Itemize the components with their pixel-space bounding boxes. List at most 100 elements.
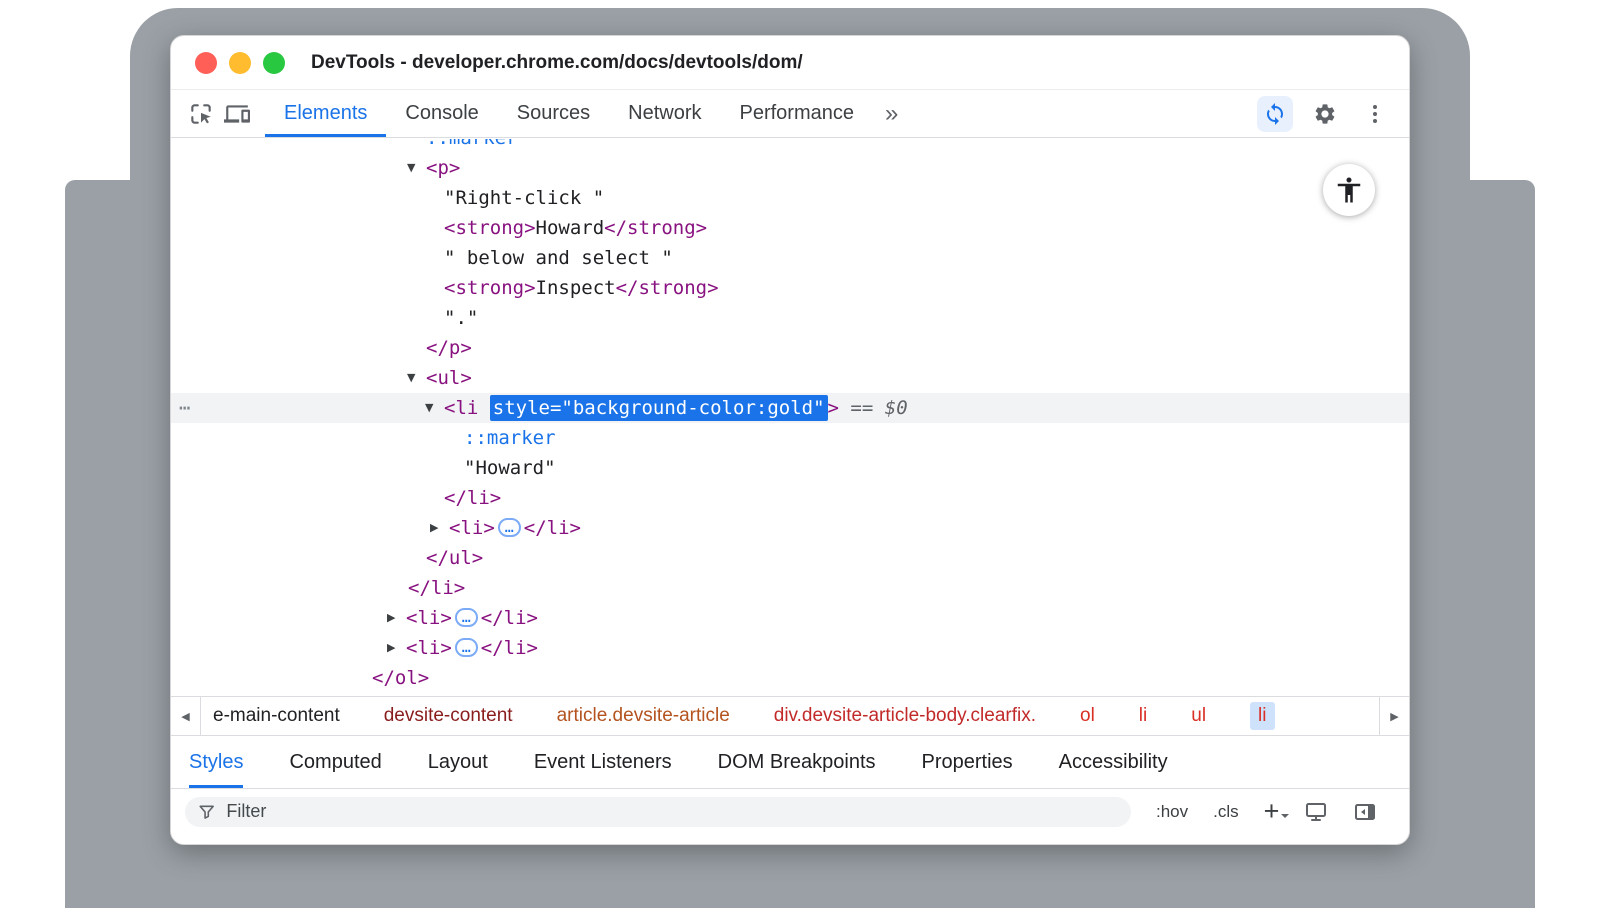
tree-collapsed-arrow-icon[interactable]: ▶ — [387, 603, 395, 633]
dom-node[interactable]: "Howard" — [171, 453, 1409, 483]
tree-expanded-arrow-icon[interactable]: ▼ — [407, 363, 415, 393]
dom-node[interactable]: ▶ <li>…</li> — [171, 633, 1409, 663]
dom-node[interactable]: "." — [171, 303, 1409, 333]
dom-token-tag: </li> — [481, 637, 538, 659]
dom-token-tag: </ul> — [426, 547, 483, 569]
dom-node[interactable]: ::marker — [171, 139, 1409, 153]
tree-collapsed-arrow-icon[interactable]: ▶ — [387, 633, 395, 663]
dom-token-tag: <li — [444, 397, 478, 419]
breadcrumb-item-article-devsite-article[interactable]: article.devsite-article — [557, 705, 730, 727]
tab-layout[interactable]: Layout — [428, 736, 488, 788]
dom-node[interactable]: </li> — [171, 483, 1409, 513]
breadcrumb-item-li[interactable]: li — [1250, 702, 1274, 730]
dom-node[interactable]: ▼<p> — [171, 153, 1409, 183]
breadcrumb-scroll-right-button[interactable]: ▶ — [1379, 697, 1409, 735]
tab-dom-breakpoints[interactable]: DOM Breakpoints — [718, 736, 876, 788]
dom-token-tag: </li> — [481, 607, 538, 629]
inspect-cursor-icon — [188, 101, 214, 127]
breadcrumb-item-li[interactable]: li — [1139, 705, 1147, 727]
inspect-element-button[interactable] — [183, 96, 219, 132]
overflow-dots-icon[interactable]: ⋯ — [179, 393, 190, 423]
breadcrumb-item-ul[interactable]: ul — [1191, 705, 1206, 727]
tab-elements[interactable]: Elements — [265, 90, 386, 137]
dom-node[interactable]: " below and select " — [171, 243, 1409, 273]
sync-arrows-button[interactable] — [1257, 96, 1293, 132]
dom-node[interactable]: </p> — [171, 333, 1409, 363]
minimize-button[interactable] — [229, 52, 251, 74]
tab-network[interactable]: Network — [609, 90, 720, 137]
styles-filter-field[interactable] — [185, 797, 1131, 827]
styles-filter-bar: :hov .cls + — [171, 788, 1409, 834]
inline-expand-icon[interactable]: … — [498, 518, 521, 537]
close-button[interactable] — [195, 52, 217, 74]
toggle-sidebar-button[interactable] — [1353, 800, 1377, 824]
dom-node-selected[interactable]: ⋯▼<li style="background-color:gold"> == … — [171, 393, 1409, 423]
dom-node[interactable]: </li> — [171, 573, 1409, 603]
dom-token-text: "Right-click " — [444, 187, 604, 209]
new-style-rule-button[interactable]: + — [1264, 796, 1280, 827]
dom-token-text: "Howard" — [464, 457, 556, 479]
toggle-element-state-button[interactable]: :hov — [1156, 802, 1188, 822]
tree-expanded-arrow-icon[interactable]: ▼ — [425, 393, 433, 423]
device-toolbar-button[interactable] — [219, 96, 255, 132]
dom-token-tag: <strong> — [444, 277, 536, 299]
dom-node[interactable]: ▶<li>…</li> — [171, 513, 1409, 543]
dom-token-tag: <li> — [406, 637, 452, 659]
tab-accessibility[interactable]: Accessibility — [1059, 736, 1168, 788]
dom-token-dollar: $0 — [885, 397, 908, 419]
dom-node[interactable]: ▼<ul> — [171, 363, 1409, 393]
dom-token-tag: <strong> — [444, 217, 536, 239]
more-tabs-button[interactable]: » — [885, 100, 898, 128]
tab-performance[interactable]: Performance — [721, 90, 874, 137]
accessibility-button[interactable] — [1323, 164, 1375, 216]
accessibility-person-icon — [1334, 175, 1364, 205]
dropdown-caret-icon — [1281, 814, 1289, 822]
inline-expand-icon[interactable]: … — [455, 608, 478, 627]
dom-token-text: Inspect — [536, 277, 616, 299]
element-classes-button[interactable]: .cls — [1213, 802, 1239, 822]
filter-input[interactable] — [226, 801, 1119, 822]
dom-node[interactable]: <strong>Inspect</strong> — [171, 273, 1409, 303]
tree-collapsed-arrow-icon[interactable]: ▶ — [430, 513, 438, 543]
rendering-monitor-button[interactable] — [1304, 800, 1328, 824]
kebab-dots-icon — [1363, 102, 1387, 126]
tab-sources[interactable]: Sources — [498, 90, 609, 137]
dom-token-tag: <li> — [449, 517, 495, 539]
dom-token-text: Howard — [536, 217, 605, 239]
dom-token-tag: > — [828, 397, 839, 419]
zoom-button[interactable] — [263, 52, 285, 74]
breadcrumb-item-div-devsite-article-body-clearfix[interactable]: div.devsite-article-body.clearfix. — [774, 705, 1036, 727]
filter-funnel-icon — [197, 802, 216, 822]
tab-styles[interactable]: Styles — [189, 736, 243, 788]
dom-node[interactable]: ::marker — [171, 423, 1409, 453]
dom-node[interactable]: </ul> — [171, 543, 1409, 573]
collapse-sidebar-icon — [1353, 800, 1377, 824]
titlebar: DevTools - developer.chrome.com/docs/dev… — [171, 36, 1409, 90]
tab-console[interactable]: Console — [386, 90, 497, 137]
page-background: DevTools - developer.chrome.com/docs/dev… — [0, 0, 1600, 908]
inline-expand-icon[interactable]: … — [455, 638, 478, 657]
breadcrumb-item-devsite-content[interactable]: devsite-content — [384, 705, 513, 727]
breadcrumb-items: e-main-content devsite-content article.dev… — [201, 702, 1379, 730]
breadcrumb-scroll-left-button[interactable]: ◀ — [171, 697, 201, 735]
tab-properties[interactable]: Properties — [922, 736, 1013, 788]
dom-tree: ::marker▼<p>"Right-click "<strong>Howard… — [171, 139, 1409, 696]
dom-node[interactable]: ▶<li>…</li> — [171, 603, 1409, 633]
dom-node[interactable]: "Right-click " — [171, 183, 1409, 213]
kebab-menu-button[interactable] — [1357, 96, 1393, 132]
toolbar-right — [1257, 90, 1409, 137]
breadcrumb: ◀ e-main-content devsite-content article.d… — [171, 696, 1409, 736]
tab-event-listeners[interactable]: Event Listeners — [534, 736, 672, 788]
main-toolbar: ElementsConsoleSourcesNetworkPerformance… — [171, 90, 1409, 138]
tree-expanded-arrow-icon[interactable]: ▼ — [407, 153, 415, 183]
plus-icon: + — [1264, 796, 1280, 827]
settings-button[interactable] — [1307, 96, 1343, 132]
dom-node[interactable]: <strong>Howard</strong> — [171, 213, 1409, 243]
dom-token-attr-selected: style="background-color:gold" — [490, 395, 828, 421]
tab-computed[interactable]: Computed — [289, 736, 381, 788]
main-tabs: ElementsConsoleSourcesNetworkPerformance — [265, 90, 873, 137]
dom-token-space — [839, 397, 850, 419]
breadcrumb-item-e-main-content[interactable]: e-main-content — [213, 705, 340, 727]
breadcrumb-item-ol[interactable]: ol — [1080, 705, 1095, 727]
dom-node[interactable]: </ol> — [171, 663, 1409, 693]
